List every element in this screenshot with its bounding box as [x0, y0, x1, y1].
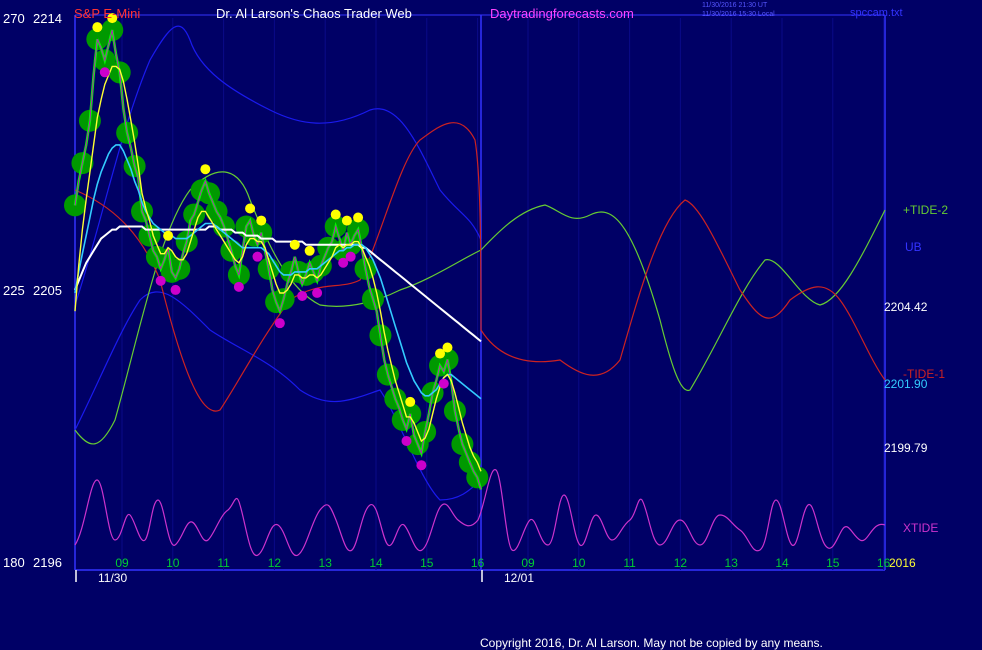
- price-bubbles: [64, 19, 489, 489]
- x-tick-9: 10: [572, 556, 586, 570]
- low-marker-8: [99, 67, 110, 78]
- low-marker-74: [345, 251, 356, 262]
- y-tick-pos-0: 270: [3, 11, 25, 26]
- date-label-0: 11/30: [98, 571, 127, 585]
- high-marker-63: [304, 245, 315, 256]
- y-tick-value-0: 2214: [33, 11, 62, 26]
- right-label-4: 2201.90: [884, 377, 928, 391]
- low-marker-49: [252, 251, 263, 262]
- low-marker-44: [233, 281, 244, 292]
- high-marker-90: [405, 396, 416, 407]
- high-marker-100: [442, 342, 453, 353]
- symbol-label: S&P E-Mini: [74, 6, 140, 21]
- high-marker-25: [163, 230, 174, 241]
- right-label-1: UB: [905, 240, 922, 254]
- right-label-6: XTIDE: [903, 521, 938, 535]
- chart-canvas: S&P E-Mini Dr. Al Larson's Chaos Trader …: [3, 2, 948, 650]
- right-label-0: +TIDE-2: [903, 203, 948, 217]
- high-marker-47: [245, 203, 256, 214]
- low-marker-65: [312, 287, 323, 298]
- high-marker-50: [256, 215, 267, 226]
- x-tick-11: 12: [674, 556, 688, 570]
- file-label: spccam.txt: [850, 7, 903, 19]
- high-marker-70: [330, 209, 341, 220]
- x-tick-13: 14: [775, 556, 789, 570]
- x-tick-10: 11: [623, 556, 636, 570]
- low-marker-99: [438, 378, 449, 389]
- x-tick-2: 11: [217, 556, 230, 570]
- x-tick-8: 09: [521, 556, 535, 570]
- x-tick-0: 09: [115, 556, 129, 570]
- right-label-5: 2199.79: [884, 441, 928, 455]
- high-marker-59: [289, 239, 300, 250]
- x-tick-3: 12: [268, 556, 282, 570]
- y-tick-value-1: 2205: [33, 283, 62, 298]
- x-tick-4: 13: [319, 556, 333, 570]
- x-tick-7: 16: [471, 556, 485, 570]
- x-tick-1: 10: [166, 556, 180, 570]
- y-tick-pos-2: 180: [3, 555, 25, 570]
- high-marker-35: [200, 164, 211, 175]
- tide-minus-line: [74, 122, 886, 412]
- x-tick-5: 14: [369, 556, 383, 570]
- right-labels: +TIDE-2UB2204.42-TIDE-12201.902199.79XTI…: [884, 203, 948, 535]
- site-label: Daytradingforecasts.com: [490, 6, 634, 21]
- year-label: 2016: [889, 556, 916, 570]
- y-tick-pos-1: 225: [3, 283, 25, 298]
- low-marker-61: [297, 290, 308, 301]
- chart-title: Dr. Al Larson's Chaos Trader Web: [216, 6, 412, 21]
- low-marker-27: [170, 284, 181, 295]
- copyright-text: Copyright 2016, Dr. Al Larson. May not b…: [480, 636, 823, 650]
- date-label-1: 12/01: [504, 571, 534, 585]
- low-marker-89: [401, 436, 412, 447]
- low-marker-23: [155, 275, 166, 286]
- low-marker-55: [274, 318, 285, 329]
- x-tick-14: 15: [826, 556, 840, 570]
- right-label-2: 2204.42: [884, 300, 928, 314]
- x-tick-6: 15: [420, 556, 434, 570]
- timestamp-utc: 11/30/2016 21:30 UT: [702, 2, 768, 9]
- y-tick-value-2: 2196: [33, 555, 62, 570]
- low-marker-93: [416, 460, 427, 471]
- left-axis: 270 2214 225 2205 180 2196: [3, 11, 62, 570]
- timestamp-local: 11/30/2016 15:30 Local: [702, 11, 775, 18]
- vertical-gridlines: [121, 18, 885, 570]
- high-marker-76: [353, 212, 364, 223]
- high-marker-73: [341, 215, 352, 226]
- high-marker-6: [92, 22, 103, 33]
- x-tick-12: 13: [725, 556, 739, 570]
